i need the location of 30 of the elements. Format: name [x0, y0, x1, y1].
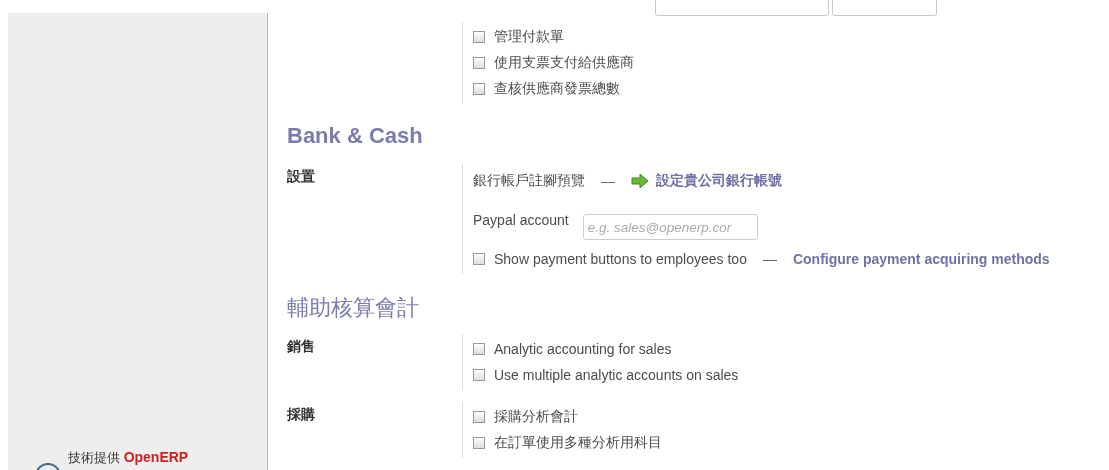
option-label: Show payment buttons to employees too — [494, 251, 747, 267]
checkbox[interactable] — [473, 253, 485, 265]
section-title: 輔助核算會計 — [287, 294, 420, 322]
field-label: 設置 — [287, 168, 315, 184]
checkbox[interactable] — [473, 411, 485, 423]
option-label: Use multiple analytic accounts on sales — [494, 367, 739, 383]
option-label: 銀行帳戶註腳預覽 — [473, 172, 585, 190]
checkbox[interactable] — [473, 57, 485, 69]
option-label: 在訂單使用多種分析用科目 — [494, 434, 662, 452]
option-label: Analytic accounting for sales — [494, 341, 672, 357]
dash-separator: — — [762, 251, 777, 267]
powered-by-text: 技術提供 OpenERP — [68, 449, 189, 467]
field-label: 採購 — [287, 406, 315, 422]
field-label: 銷售 — [287, 338, 315, 354]
option-label: 查核供應商發票總數 — [494, 80, 620, 98]
option-label: 採購分析會計 — [494, 408, 578, 426]
checkbox[interactable] — [473, 437, 485, 449]
checkbox[interactable] — [473, 31, 485, 43]
option-label: 管理付款單 — [494, 28, 564, 46]
section-title: Bank & Cash — [287, 122, 424, 150]
checkbox[interactable] — [473, 343, 485, 355]
checkbox[interactable] — [473, 83, 485, 95]
field-label: Paypal account — [473, 212, 569, 228]
option-label: 使用支票支付給供應商 — [494, 54, 634, 72]
bank-accounts-link[interactable]: 設定貴公司銀行帳號 — [656, 172, 782, 190]
paypal-account-input[interactable]: e.g. sales@openerp.cor — [582, 214, 758, 240]
dash-separator: — — [601, 173, 615, 189]
arrow-right-icon — [631, 173, 649, 189]
checkbox[interactable] — [473, 369, 485, 381]
payment-methods-link[interactable]: Configure payment acquiring methods — [792, 251, 1050, 267]
